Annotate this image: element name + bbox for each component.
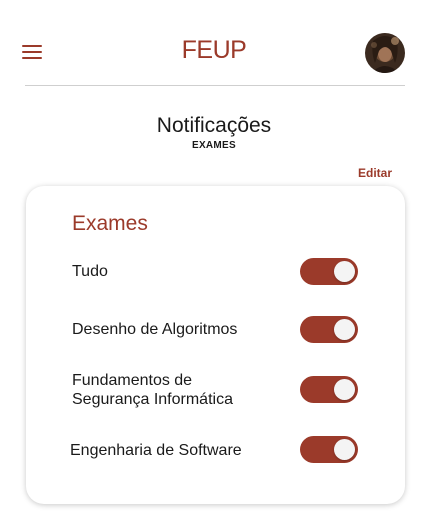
app-root: FEUP Notificações EXAMES Editar Exames T… bbox=[0, 0, 428, 516]
card-title: Exames bbox=[72, 212, 148, 235]
toggle-desenho-de-algoritmos[interactable] bbox=[300, 316, 358, 343]
toggle-fundamentos-seguranca[interactable] bbox=[300, 376, 358, 403]
toggle-row-label: Desenho de Algoritmos bbox=[72, 321, 238, 338]
page-subtitle: EXAMES bbox=[191, 140, 237, 151]
header-divider bbox=[25, 85, 405, 86]
header: FEUP bbox=[0, 0, 428, 86]
toggle-engenharia-de-software[interactable] bbox=[300, 436, 358, 463]
edit-link[interactable]: Editar bbox=[358, 166, 392, 180]
avatar-photo bbox=[365, 33, 405, 73]
toggle-knob bbox=[334, 439, 355, 460]
toggle-knob bbox=[334, 379, 355, 400]
toggle-row-label: Tudo bbox=[72, 263, 108, 280]
toggle-tudo[interactable] bbox=[300, 258, 358, 285]
toggle-row-label: Fundamentos de Segurança Informática bbox=[72, 372, 233, 408]
notifications-card: Exames Tudo Desenho de Algoritmos Fundam… bbox=[26, 186, 405, 504]
toggle-knob bbox=[334, 319, 355, 340]
user-avatar[interactable] bbox=[365, 33, 405, 73]
toggle-row-label: Engenharia de Software bbox=[70, 442, 242, 459]
toggle-knob bbox=[334, 261, 355, 282]
app-logo: FEUP bbox=[181, 36, 247, 64]
page-title: Notificações bbox=[156, 114, 272, 137]
